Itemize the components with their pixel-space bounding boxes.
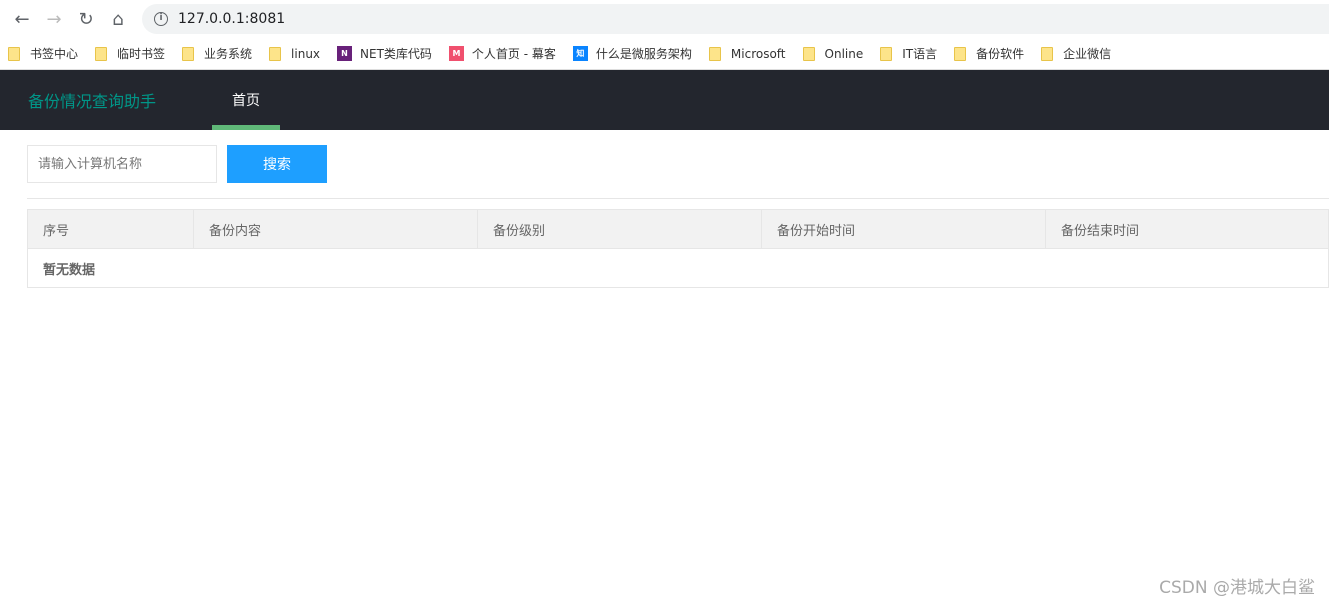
bookmark-label: 个人首页 - 幕客 — [471, 47, 556, 61]
column-header-index[interactable]: 序号 — [27, 209, 194, 249]
bookmark-label: 临时书签 — [117, 47, 166, 61]
folder-icon — [1041, 46, 1054, 61]
back-icon[interactable]: ← — [6, 9, 38, 30]
bookmark-label: 备份软件 — [976, 47, 1025, 61]
browser-toolbar: ← → ↻ ⌂ i 127.0.0.1:8081 — [0, 0, 1329, 38]
folder-icon — [954, 46, 967, 61]
folder-icon — [802, 46, 815, 61]
bookmark-item[interactable]: 临时书签 — [95, 45, 165, 62]
forward-icon[interactable]: → — [38, 9, 70, 30]
tab-home[interactable]: 首页 — [212, 70, 280, 130]
folder-icon — [880, 46, 893, 61]
bookmarks-bar: 书签中心 临时书签 业务系统 linux N NET类库代码 M 个人首页 - 幕客 知什么是微… — [0, 38, 1329, 70]
folder-icon — [182, 46, 195, 61]
bookmark-item[interactable]: Online — [802, 46, 864, 61]
bookmark-item[interactable]: 备份软件 — [954, 45, 1024, 62]
bookmark-label: Online — [824, 46, 864, 61]
bookmark-item[interactable]: 业务系统 — [182, 45, 252, 62]
bookmark-item[interactable]: 知什么是微服务架构 — [572, 45, 692, 62]
empty-message: 暂无数据 — [27, 248, 1329, 288]
bookmark-item[interactable]: 企业微信 — [1041, 45, 1111, 62]
backup-table: 序号 备份内容 备份级别 备份开始时间 备份结束时间 暂无数据 — [27, 209, 1329, 288]
bookmark-item[interactable]: linux — [269, 46, 321, 61]
column-header-start-time[interactable]: 备份开始时间 — [761, 209, 1046, 249]
bookmark-label: linux — [291, 46, 321, 61]
folder-icon — [708, 46, 721, 61]
url-text: 127.0.0.1:8081 — [178, 11, 286, 27]
bookmark-item[interactable]: Microsoft — [708, 46, 786, 61]
bookmark-label: 书签中心 — [30, 47, 79, 61]
app-header: 备份情况查询助手 首页 — [0, 70, 1329, 130]
reload-icon[interactable]: ↻ — [70, 9, 102, 30]
bookmark-label: 企业微信 — [1063, 47, 1112, 61]
search-button[interactable]: 搜索 — [227, 145, 327, 183]
column-header-end-time[interactable]: 备份结束时间 — [1045, 209, 1329, 249]
home-icon[interactable]: ⌂ — [102, 9, 134, 30]
folder-icon — [95, 46, 108, 61]
zhi-icon: 知 — [572, 46, 588, 61]
column-header-content[interactable]: 备份内容 — [193, 209, 478, 249]
bookmark-label: IT语言 — [902, 47, 938, 61]
bookmark-label: Microsoft — [730, 46, 786, 61]
m-icon: M — [448, 46, 464, 61]
computer-name-input[interactable] — [27, 145, 217, 183]
folder-icon — [8, 46, 20, 61]
bookmark-item[interactable]: IT语言 — [880, 45, 937, 62]
bookmark-label: 业务系统 — [204, 47, 253, 61]
folder-icon — [269, 46, 282, 61]
bookmark-item[interactable]: 书签中心 — [8, 45, 78, 62]
watermark: CSDN @港城大白鲨 — [1159, 578, 1315, 598]
address-bar[interactable]: i 127.0.0.1:8081 — [142, 4, 1329, 34]
bookmark-label: NET类库代码 — [360, 47, 432, 61]
bookmark-item[interactable]: M 个人首页 - 幕客 — [448, 45, 556, 62]
column-header-level[interactable]: 备份级别 — [477, 209, 762, 249]
divider — [27, 198, 1329, 199]
info-icon[interactable]: i — [154, 12, 168, 26]
search-bar: 搜索 — [0, 130, 1329, 183]
bookmark-item[interactable]: N NET类库代码 — [337, 45, 432, 62]
bookmark-label: 什么是微服务架构 — [595, 47, 692, 61]
app-logo[interactable]: 备份情况查询助手 — [28, 88, 212, 112]
net-icon: N — [337, 46, 353, 61]
